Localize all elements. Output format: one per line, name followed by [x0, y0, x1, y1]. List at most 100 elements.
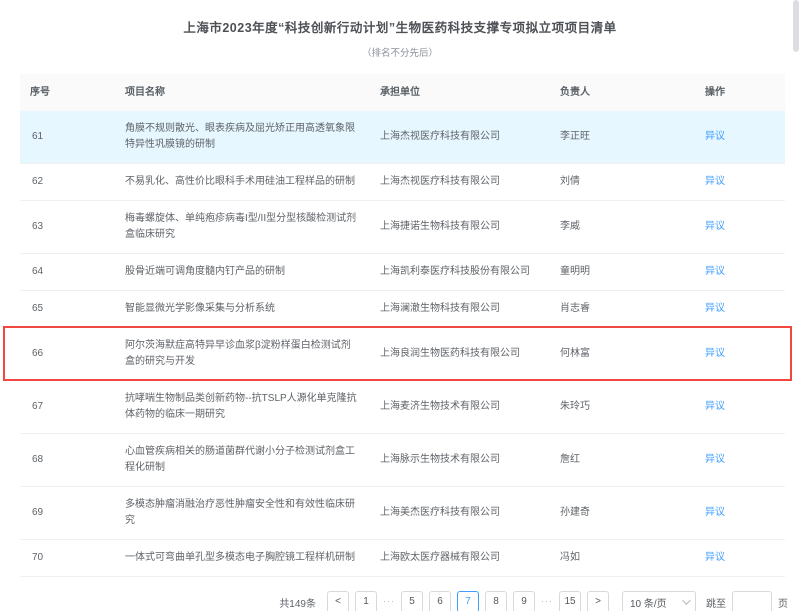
- table-row[interactable]: 61角膜不规则散光、眼表疾病及屈光矫正用高透氧象限特异性巩膜镜的研制上海杰视医疗…: [20, 111, 785, 164]
- person-name: 詹红: [550, 442, 695, 478]
- page-subtitle: （排名不分先后）: [0, 45, 800, 59]
- page-button-6[interactable]: 6: [429, 591, 451, 611]
- org-name: 上海凯利泰医疗科技股份有限公司: [370, 254, 550, 290]
- org-name: 上海良润生物医药科技有限公司: [370, 336, 550, 372]
- jump-page-input[interactable]: [732, 591, 772, 611]
- table-row[interactable]: 69多模态肿瘤消融治疗恶性肿瘤安全性和有效性临床研究上海美杰医疗科技有限公司孙建…: [20, 487, 785, 540]
- project-name: 多模态肿瘤消融治疗恶性肿瘤安全性和有效性临床研究: [115, 487, 370, 539]
- project-name: 角膜不规则散光、眼表疾病及屈光矫正用高透氧象限特异性巩膜镜的研制: [115, 111, 370, 163]
- objection-link[interactable]: 异议: [705, 176, 725, 187]
- page-button-1[interactable]: 1: [355, 591, 377, 611]
- org-name: 上海麦济生物技术有限公司: [370, 389, 550, 425]
- table-row[interactable]: 65智能显微光学影像采集与分析系统上海澜澈生物科技有限公司肖志睿异议: [20, 291, 785, 328]
- project-name: 梅毒螺旋体、单纯疱疹病毒I型/II型分型核酸检测试剂盒临床研究: [115, 201, 370, 253]
- row-number: 68: [20, 442, 115, 478]
- action-cell: 异议: [695, 209, 785, 245]
- col-header-org: 承担单位: [370, 85, 550, 101]
- action-cell: 异议: [695, 540, 785, 576]
- person-name: 孙建奇: [550, 495, 695, 531]
- page-button-5[interactable]: 5: [401, 591, 423, 611]
- person-name: 朱玲巧: [550, 389, 695, 425]
- person-name: 刘倩: [550, 164, 695, 200]
- person-name: 李威: [550, 209, 695, 245]
- next-page-button[interactable]: >: [587, 591, 609, 611]
- jump-label: 跳至: [706, 595, 726, 610]
- row-number: 66: [20, 336, 115, 372]
- person-name: 冯如: [550, 540, 695, 576]
- table-row[interactable]: 68心血管疾病相关的肠道菌群代谢小分子检测试剂盒工程化研制上海脉示生物技术有限公…: [20, 434, 785, 487]
- col-header-person: 负责人: [550, 85, 695, 101]
- scrollbar[interactable]: [793, 0, 799, 52]
- objection-link[interactable]: 异议: [705, 266, 725, 277]
- page-size-value: 10 条/页: [630, 595, 667, 610]
- table-row[interactable]: 64股骨近端可调角度髓内钉产品的研制上海凯利泰医疗科技股份有限公司童明明异议: [20, 254, 785, 291]
- row-number: 70: [20, 540, 115, 576]
- page-button-8[interactable]: 8: [485, 591, 507, 611]
- project-name: 一体式可弯曲单孔型多模态电子胸腔镜工程样机研制: [115, 540, 370, 576]
- row-number: 62: [20, 164, 115, 200]
- action-cell: 异议: [695, 495, 785, 531]
- col-header-name: 项目名称: [115, 85, 370, 101]
- row-number: 63: [20, 209, 115, 245]
- person-name: 肖志睿: [550, 291, 695, 327]
- action-cell: 异议: [695, 336, 785, 372]
- table-row[interactable]: 67抗哮喘生物制品类创新药物--抗TSLP人源化单克隆抗体药物的临床一期研究上海…: [20, 381, 785, 434]
- action-cell: 异议: [695, 291, 785, 327]
- row-number: 67: [20, 389, 115, 425]
- objection-link[interactable]: 异议: [705, 552, 725, 563]
- row-number: 69: [20, 495, 115, 531]
- project-name: 不易乳化、高性价比眼科手术用硅油工程样品的研制: [115, 164, 370, 200]
- project-name: 智能显微光学影像采集与分析系统: [115, 291, 370, 327]
- prev-page-button[interactable]: <: [327, 591, 349, 611]
- org-name: 上海美杰医疗科技有限公司: [370, 495, 550, 531]
- project-table: 序号 项目名称 承担单位 负责人 操作 61角膜不规则散光、眼表疾病及屈光矫正用…: [20, 74, 785, 577]
- objection-link[interactable]: 异议: [705, 303, 725, 314]
- action-cell: 异议: [695, 164, 785, 200]
- table-body: 61角膜不规则散光、眼表疾病及屈光矫正用高透氧象限特异性巩膜镜的研制上海杰视医疗…: [20, 111, 785, 577]
- objection-link[interactable]: 异议: [705, 507, 725, 518]
- project-name: 心血管疾病相关的肠道菌群代谢小分子检测试剂盒工程化研制: [115, 434, 370, 486]
- total-count: 共149条: [279, 595, 316, 610]
- person-name: 李正旺: [550, 119, 695, 155]
- objection-link[interactable]: 异议: [705, 131, 725, 142]
- project-name: 股骨近端可调角度髓内钉产品的研制: [115, 254, 370, 290]
- chevron-down-icon: [682, 596, 690, 604]
- page-button-15[interactable]: 15: [559, 591, 581, 611]
- org-name: 上海捷诺生物科技有限公司: [370, 209, 550, 245]
- action-cell: 异议: [695, 389, 785, 425]
- jump-suffix: 页: [778, 595, 788, 610]
- objection-link[interactable]: 异议: [705, 401, 725, 412]
- org-name: 上海杰视医疗科技有限公司: [370, 164, 550, 200]
- page-title: 上海市2023年度“科技创新行动计划”生物医药科技支撑专项拟立项项目清单: [0, 17, 800, 36]
- objection-link[interactable]: 异议: [705, 454, 725, 465]
- page-button-7[interactable]: 7: [457, 591, 479, 611]
- project-name: 阿尔茨海默症高特异早诊血浆β淀粉样蛋白检测试剂盒的研究与开发: [115, 328, 370, 380]
- table-header-row: 序号 项目名称 承担单位 负责人 操作: [20, 74, 785, 111]
- objection-link[interactable]: 异议: [705, 348, 725, 359]
- person-name: 童明明: [550, 254, 695, 290]
- row-number: 64: [20, 254, 115, 290]
- page-header: 上海市2023年度“科技创新行动计划”生物医药科技支撑专项拟立项项目清单 （排名…: [0, 0, 800, 59]
- action-cell: 异议: [695, 254, 785, 290]
- col-header-number: 序号: [20, 85, 115, 101]
- col-header-action: 操作: [695, 85, 785, 101]
- person-name: 何林富: [550, 336, 695, 372]
- action-cell: 异议: [695, 442, 785, 478]
- table-row[interactable]: 70一体式可弯曲单孔型多模态电子胸腔镜工程样机研制上海欧太医疗器械有限公司冯如异…: [20, 540, 785, 577]
- page-button-9[interactable]: 9: [513, 591, 535, 611]
- table-row[interactable]: 66阿尔茨海默症高特异早诊血浆β淀粉样蛋白检测试剂盒的研究与开发上海良润生物医药…: [20, 328, 785, 381]
- org-name: 上海澜澈生物科技有限公司: [370, 291, 550, 327]
- org-name: 上海欧太医疗器械有限公司: [370, 540, 550, 576]
- row-number: 65: [20, 291, 115, 327]
- pagination-ellipsis[interactable]: ···: [541, 596, 553, 606]
- objection-link[interactable]: 异议: [705, 221, 725, 232]
- project-name: 抗哮喘生物制品类创新药物--抗TSLP人源化单克隆抗体药物的临床一期研究: [115, 381, 370, 433]
- pagination: 共149条 <1 ··· 56789 ··· 15 > 10 条/页 跳至 页: [0, 591, 788, 611]
- table-row[interactable]: 62不易乳化、高性价比眼科手术用硅油工程样品的研制上海杰视医疗科技有限公司刘倩异…: [20, 164, 785, 201]
- page-size-select[interactable]: 10 条/页: [622, 591, 696, 611]
- org-name: 上海脉示生物技术有限公司: [370, 442, 550, 478]
- action-cell: 异议: [695, 119, 785, 155]
- table-row[interactable]: 63梅毒螺旋体、单纯疱疹病毒I型/II型分型核酸检测试剂盒临床研究上海捷诺生物科…: [20, 201, 785, 254]
- org-name: 上海杰视医疗科技有限公司: [370, 119, 550, 155]
- pagination-ellipsis[interactable]: ···: [383, 596, 395, 606]
